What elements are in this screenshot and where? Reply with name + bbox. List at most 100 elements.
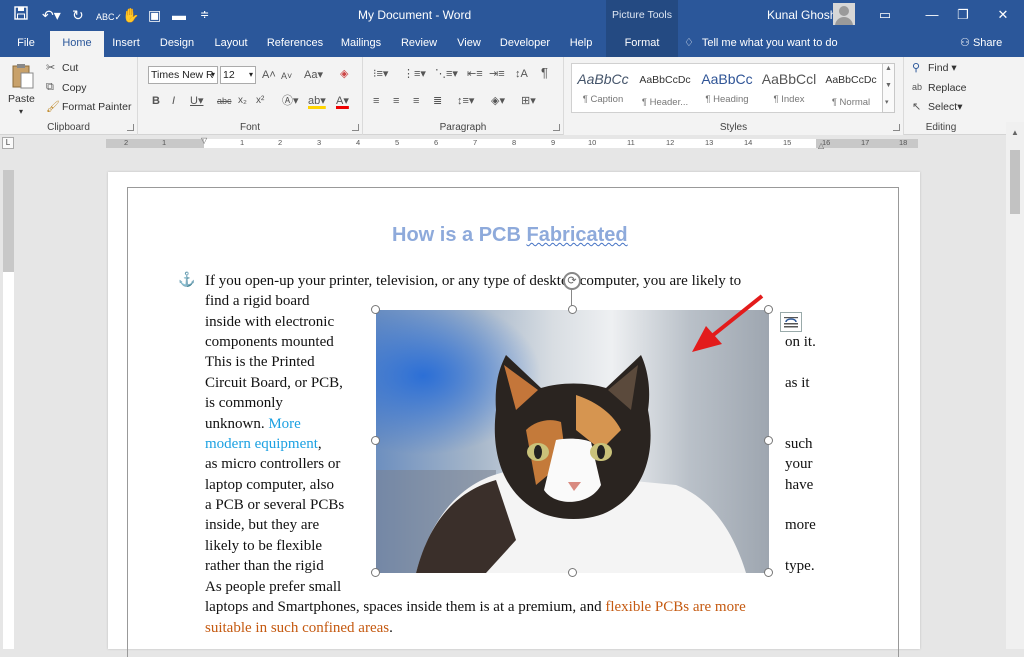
styles-more-icon[interactable]: ▾ bbox=[885, 98, 889, 106]
font-name-select[interactable]: Times New R ▾ bbox=[148, 66, 218, 84]
styles-launcher-icon[interactable] bbox=[893, 124, 900, 131]
show-formatting-icon[interactable]: ¶ bbox=[541, 66, 548, 80]
style-normal[interactable]: AaBbCcDc ¶ Normal bbox=[820, 64, 882, 112]
shrink-font-icon[interactable]: A˅ bbox=[281, 69, 292, 83]
resize-handle[interactable] bbox=[764, 568, 773, 577]
increase-indent-icon[interactable]: ⇥≡ bbox=[489, 67, 505, 81]
spelling-icon[interactable]: ABC✓ bbox=[96, 8, 122, 26]
tab-design[interactable]: Design bbox=[155, 31, 199, 57]
resize-handle[interactable] bbox=[568, 305, 577, 314]
justify-icon[interactable]: ≣ bbox=[433, 94, 442, 108]
align-center-icon[interactable]: ≡ bbox=[393, 94, 399, 108]
sort-icon[interactable]: ↕A bbox=[515, 67, 528, 81]
superscript-icon[interactable]: x² bbox=[256, 94, 264, 108]
tab-selector[interactable]: L bbox=[2, 137, 14, 149]
layout-options-button[interactable] bbox=[780, 312, 802, 332]
styles-down-icon[interactable]: ▼ bbox=[885, 82, 892, 89]
multilevel-list-icon[interactable]: ⋱≡▾ bbox=[435, 67, 458, 81]
right-indent-marker[interactable]: △ bbox=[818, 141, 824, 150]
style-header[interactable]: AaBbCcDc ¶ Header... bbox=[634, 64, 696, 112]
bold-icon[interactable]: B bbox=[152, 94, 160, 108]
borders-icon[interactable]: ⊞▾ bbox=[521, 94, 536, 108]
share-button[interactable]: ⚇ Share bbox=[960, 31, 1002, 57]
resize-handle[interactable] bbox=[371, 568, 380, 577]
tab-references[interactable]: References bbox=[265, 31, 325, 57]
cut-button[interactable]: Cut bbox=[62, 61, 78, 75]
tab-help[interactable]: Help bbox=[564, 31, 598, 57]
tab-mailings[interactable]: Mailings bbox=[336, 31, 386, 57]
resize-handle[interactable] bbox=[371, 436, 380, 445]
paste-dropdown-icon[interactable]: ▾ bbox=[19, 105, 23, 119]
numbering-icon[interactable]: ⋮≡▾ bbox=[403, 67, 426, 81]
font-color-icon[interactable]: A▾ bbox=[336, 94, 349, 108]
copy-button[interactable]: Copy bbox=[62, 81, 87, 95]
ribbon-display-options-icon[interactable]: ▭ bbox=[870, 4, 900, 26]
replace-button[interactable]: Replace bbox=[928, 81, 967, 95]
avatar[interactable] bbox=[833, 3, 855, 25]
paragraph-launcher-icon[interactable] bbox=[553, 124, 560, 131]
rotate-handle-icon[interactable]: ⟳ bbox=[563, 272, 581, 290]
tab-review[interactable]: Review bbox=[397, 31, 441, 57]
print-preview-icon[interactable]: ▣ bbox=[148, 6, 161, 24]
bullets-icon[interactable]: ⁝≡▾ bbox=[373, 67, 388, 81]
decrease-indent-icon[interactable]: ⇤≡ bbox=[467, 67, 483, 81]
font-size-select[interactable]: 12 ▾ bbox=[220, 66, 256, 84]
document-heading[interactable]: How is a PCB Fabricated bbox=[392, 224, 652, 247]
tab-developer[interactable]: Developer bbox=[497, 31, 553, 57]
text-effects-icon[interactable]: Ⓐ▾ bbox=[282, 94, 299, 108]
tab-format[interactable]: Format bbox=[606, 31, 678, 57]
user-name[interactable]: Kunal Ghosh bbox=[767, 8, 836, 22]
font-launcher-icon[interactable] bbox=[352, 124, 359, 131]
tab-home[interactable]: Home bbox=[50, 31, 104, 57]
strikethrough-icon[interactable]: abc bbox=[217, 94, 232, 108]
first-line-indent-marker[interactable]: ▽ bbox=[201, 136, 207, 145]
styles-scroll[interactable]: ▲ ▼ ▾ bbox=[882, 63, 895, 113]
resize-handle[interactable] bbox=[764, 436, 773, 445]
italic-icon[interactable]: I bbox=[172, 94, 175, 108]
body-text: laptops and Smartphones, spaces inside t… bbox=[205, 599, 606, 615]
highlight-icon[interactable]: ab▾ bbox=[308, 94, 326, 108]
styles-up-icon[interactable]: ▲ bbox=[885, 65, 892, 72]
save-icon[interactable] bbox=[14, 6, 28, 24]
resize-handle[interactable] bbox=[371, 305, 380, 314]
clipboard-launcher-icon[interactable] bbox=[127, 124, 134, 131]
font-name-dropdown-icon: ▾ bbox=[210, 70, 215, 79]
style-heading[interactable]: AaBbCc ¶ Heading bbox=[696, 64, 758, 112]
format-painter-button[interactable]: Format Painter bbox=[62, 100, 131, 114]
anchor-icon[interactable]: ⚓ bbox=[178, 271, 195, 288]
close-button[interactable]: ✕ bbox=[988, 4, 1018, 26]
clear-formatting-icon[interactable]: ◈ bbox=[340, 67, 348, 81]
tab-layout[interactable]: Layout bbox=[209, 31, 253, 57]
tell-me-search[interactable]: ♢ Tell me what you want to do bbox=[684, 31, 838, 57]
touch-mode-icon[interactable]: ✋ bbox=[122, 6, 139, 24]
ruler-bar[interactable]: 2 1 1 2 3 4 5 6 7 8 9 10 11 12 13 14 15 … bbox=[106, 136, 918, 150]
find-button[interactable]: Find ▾ bbox=[928, 61, 957, 75]
underline-icon[interactable]: U▾ bbox=[190, 94, 203, 108]
vertical-scrollbar[interactable]: ▲ bbox=[1006, 122, 1024, 649]
paste-button[interactable]: Paste ▾ bbox=[6, 61, 40, 117]
redo-icon[interactable]: ↻ bbox=[72, 6, 84, 24]
restore-button[interactable]: ❐ bbox=[948, 4, 978, 26]
resize-handle[interactable] bbox=[568, 568, 577, 577]
style-index[interactable]: AaBbCcl ¶ Index bbox=[758, 64, 820, 112]
grow-font-icon[interactable]: A˄ bbox=[262, 68, 276, 82]
open-folder-icon[interactable]: ▬ bbox=[172, 6, 186, 24]
minimize-button[interactable]: — bbox=[917, 4, 947, 26]
tab-insert[interactable]: Insert bbox=[106, 31, 146, 57]
document-page[interactable]: How is a PCB Fabricated ⚓ If you open-up… bbox=[108, 172, 920, 657]
line-spacing-icon[interactable]: ↕≡▾ bbox=[457, 94, 474, 108]
align-left-icon[interactable]: ≡ bbox=[373, 94, 379, 108]
align-right-icon[interactable]: ≡ bbox=[413, 94, 419, 108]
body-text: unknown. bbox=[205, 416, 265, 432]
shading-icon[interactable]: ◈▾ bbox=[491, 94, 505, 108]
tab-file[interactable]: File bbox=[8, 31, 44, 57]
scroll-thumb[interactable] bbox=[1010, 150, 1020, 214]
change-case-icon[interactable]: Aa▾ bbox=[304, 68, 323, 82]
subscript-icon[interactable]: x₂ bbox=[238, 94, 247, 108]
style-caption[interactable]: AaBbCc ¶ Caption bbox=[572, 64, 634, 112]
scroll-up-icon[interactable]: ▲ bbox=[1010, 128, 1020, 138]
tab-view[interactable]: View bbox=[452, 31, 486, 57]
customize-toolbar-icon[interactable]: ≑ bbox=[200, 6, 209, 24]
select-button[interactable]: Select▾ bbox=[928, 100, 962, 114]
undo-icon[interactable]: ↶▾ bbox=[42, 6, 61, 24]
